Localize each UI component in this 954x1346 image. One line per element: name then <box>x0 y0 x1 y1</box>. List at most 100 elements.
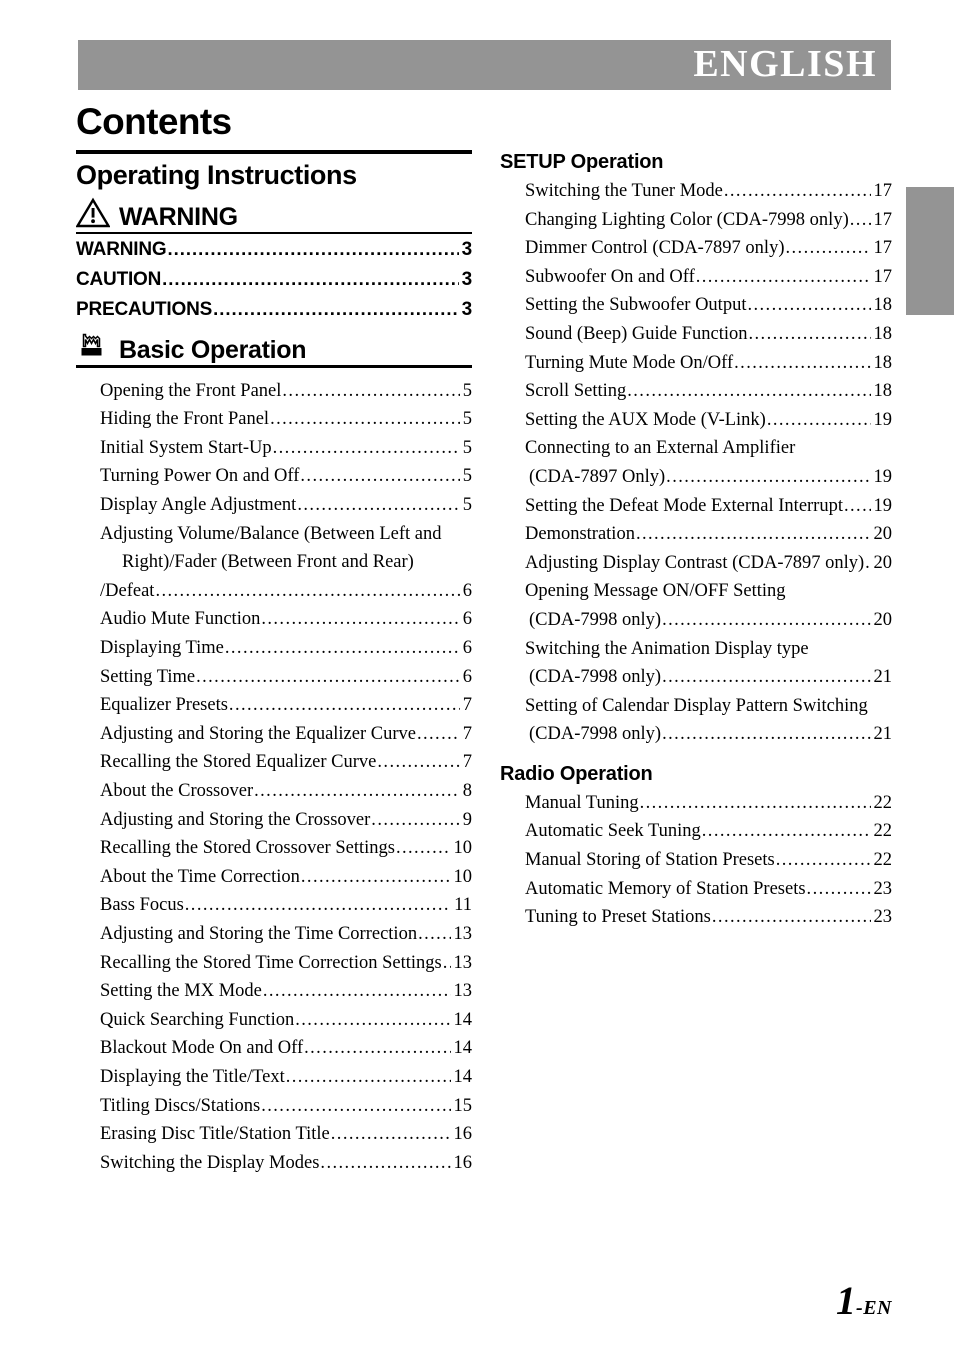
list-item[interactable]: Sound (Beep) Guide Function ............… <box>500 320 892 349</box>
list-item[interactable]: Bass Focus .............................… <box>76 891 472 920</box>
leader-dots: ........................................… <box>666 466 871 487</box>
list-item[interactable]: Switching the Tuner Mode ...............… <box>500 177 892 206</box>
toc-entry-page: 3 <box>461 268 472 290</box>
list-item[interactable]: Blackout Mode On and Off ...............… <box>76 1034 472 1063</box>
setup-operation-entry-list: Switching the Tuner Mode ...............… <box>500 177 892 749</box>
leader-dots: ........................................… <box>418 923 450 944</box>
list-item[interactable]: Displaying the Title/Text ..............… <box>76 1063 472 1092</box>
list-item[interactable]: Adjusting Display Contrast (CDA-7897 onl… <box>500 549 892 578</box>
toc-entry-label: Turning Power On and Off <box>100 466 300 487</box>
toc-entry-label: Quick Searching Function <box>100 1009 295 1030</box>
list-item[interactable]: Equalizer Presets ......................… <box>76 691 472 720</box>
list-item[interactable]: Adjusting and Storing the Equalizer Curv… <box>76 720 472 749</box>
toc-entry-label: Switching the Animation Display type <box>525 638 809 659</box>
list-item[interactable]: Recalling the Stored Time Correction Set… <box>76 949 472 978</box>
toc-entry-page: 6 <box>462 666 472 687</box>
list-item[interactable]: Subwoofer On and Off ...................… <box>500 263 892 292</box>
list-item[interactable]: Turning Power On and Off ...............… <box>76 462 472 491</box>
list-item[interactable]: Connecting to an External Amplifier (CDA… <box>500 434 892 491</box>
list-item[interactable]: Setting the MX Mode ....................… <box>76 977 472 1006</box>
toc-entry-page: 17 <box>873 238 893 259</box>
list-item[interactable]: Automatic Seek Tuning ..................… <box>500 817 892 846</box>
toc-entry-page: 5 <box>462 466 472 487</box>
list-item[interactable]: Automatic Memory of Station Presets ....… <box>500 875 892 904</box>
toc-entry-label: Setting the Defeat Mode External Interru… <box>525 495 843 516</box>
leader-dots: ........................................… <box>723 181 871 201</box>
toc-entry-label: Setting of Calendar Display Pattern Swit… <box>525 695 868 716</box>
list-item[interactable]: Turning Mute Mode On/Off ...............… <box>500 349 892 378</box>
list-item[interactable]: Hiding the Front Panel .................… <box>76 405 472 434</box>
warning-section-heading: WARNING <box>76 197 472 229</box>
toc-entry-label: Adjusting Volume/Balance (Between Left a… <box>100 523 442 544</box>
toc-entry-page: 7 <box>462 752 472 773</box>
list-item[interactable]: Opening Message ON/OFF Setting (CDA-7998… <box>500 577 892 634</box>
toc-entry-page: 18 <box>873 323 893 344</box>
list-item[interactable]: Changing Lighting Color (CDA-7998 only) … <box>500 206 892 235</box>
list-item[interactable]: Recalling the Stored Crossover Settings … <box>76 834 472 863</box>
toc-entry-page: 17 <box>873 266 893 287</box>
toc-entry-page: 6 <box>462 609 472 630</box>
list-item[interactable]: Erasing Disc Title/Station Title .......… <box>76 1120 472 1149</box>
toc-entry-last-line: (CDA-7998 only) <box>529 667 662 688</box>
leader-dots: ........................................… <box>254 781 460 801</box>
leader-dots: ........................................… <box>806 878 871 899</box>
list-item[interactable]: Initial System Start-Up ................… <box>76 434 472 463</box>
toc-entry-page: 22 <box>873 792 893 813</box>
list-item[interactable]: Setting Time ...........................… <box>76 663 472 692</box>
toc-entry-label: Recalling the Stored Time Correction Set… <box>100 952 442 973</box>
leader-dots: ........................................… <box>262 981 451 1002</box>
list-item[interactable]: Audio Mute Function ....................… <box>76 605 472 634</box>
toc-entry-page: 20 <box>873 609 893 630</box>
list-item[interactable]: About the Crossover ....................… <box>76 777 472 806</box>
list-item[interactable]: Scroll Setting .........................… <box>500 377 892 406</box>
list-item[interactable]: Titling Discs/Stations .................… <box>76 1092 472 1121</box>
page-title: Contents <box>76 101 232 142</box>
toc-entry-page: 6 <box>462 638 472 659</box>
divider-under-contents <box>76 150 472 154</box>
list-item[interactable]: Setting the Subwoofer Output ...........… <box>500 291 892 320</box>
leader-dots: ........................................… <box>297 495 460 516</box>
toc-entry-label: Changing Lighting Color (CDA-7998 only) <box>525 209 849 230</box>
toc-entry-label: Dimmer Control (CDA-7897 only) <box>525 238 785 259</box>
toc-entry-page: 7 <box>462 695 472 716</box>
list-item[interactable]: Displaying Time ........................… <box>76 634 472 663</box>
leader-dots: ........................................… <box>304 1038 451 1059</box>
leader-dots: ........................................… <box>261 609 460 630</box>
list-item[interactable]: Setting the Defeat Mode External Interru… <box>500 492 892 521</box>
list-item[interactable]: Manual Tuning ..........................… <box>500 789 892 818</box>
list-item[interactable]: Switching the Animation Display type (CD… <box>500 635 892 692</box>
leader-dots: ........................................… <box>701 821 871 842</box>
toc-entry-label: Automatic Seek Tuning <box>525 821 701 842</box>
list-item[interactable]: Adjusting and Storing the Time Correctio… <box>76 920 472 949</box>
list-item[interactable]: Switching the Display Modes ............… <box>76 1149 472 1178</box>
leader-dots: ........................................… <box>270 409 460 430</box>
toc-entry-last-line: (CDA-7897 Only) <box>529 466 666 487</box>
leader-dots: ........................................… <box>627 381 870 402</box>
toc-entry-label: Display Angle Adjustment <box>100 495 297 516</box>
leader-dots: ........................................… <box>320 1152 450 1173</box>
list-item[interactable]: WARNING ................................… <box>76 234 472 264</box>
toc-entry-page: 21 <box>873 667 893 688</box>
list-item[interactable]: PRECAUTIONS ............................… <box>76 294 472 324</box>
list-item[interactable]: Setting of Calendar Display Pattern Swit… <box>500 692 892 749</box>
leader-dots: ........................................… <box>228 695 460 716</box>
list-item[interactable]: Recalling the Stored Equalizer Curve ...… <box>76 748 472 777</box>
list-item[interactable]: Display Angle Adjustment ...............… <box>76 491 472 520</box>
list-item[interactable]: Manual Storing of Station Presets ......… <box>500 846 892 875</box>
leader-dots: ........................................… <box>261 1095 450 1116</box>
list-item[interactable]: Adjusting Volume/Balance (Between Left a… <box>76 520 472 606</box>
list-item[interactable]: Quick Searching Function ...............… <box>76 1006 472 1035</box>
toc-entry-last-line: (CDA-7998 only) <box>529 609 662 630</box>
list-item[interactable]: Opening the Front Panel ................… <box>76 377 472 406</box>
folio-number: 1 <box>836 1278 857 1323</box>
list-item[interactable]: Dimmer Control (CDA-7897 only) .........… <box>500 234 892 263</box>
list-item[interactable]: CAUTION ................................… <box>76 264 472 294</box>
toc-entry-label: Switching the Display Modes <box>100 1152 320 1173</box>
list-item[interactable]: Setting the AUX Mode (V-Link) ..........… <box>500 406 892 435</box>
toc-entry-page: 13 <box>453 952 473 973</box>
list-item[interactable]: Demonstration ..........................… <box>500 520 892 549</box>
list-item[interactable]: Adjusting and Storing the Crossover ....… <box>76 806 472 835</box>
right-column: SETUP Operation Switching the Tuner Mode… <box>500 150 892 932</box>
list-item[interactable]: About the Time Correction ..............… <box>76 863 472 892</box>
list-item[interactable]: Tuning to Preset Stations ..............… <box>500 903 892 932</box>
